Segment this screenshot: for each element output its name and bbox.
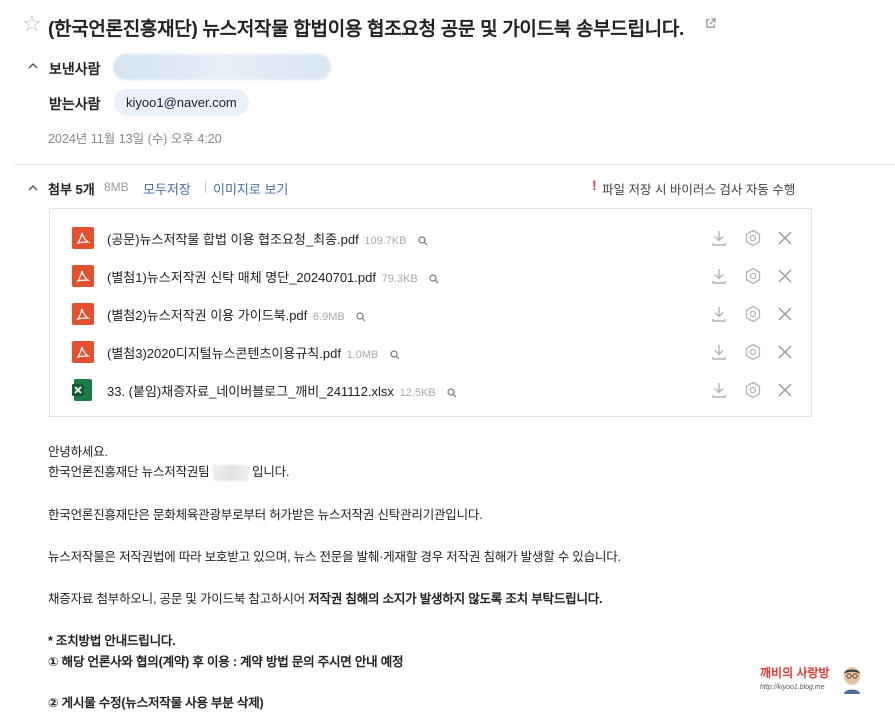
excel-file-icon: [72, 379, 92, 401]
sender-address-redacted[interactable]: [113, 54, 331, 80]
method-item-1: ① 해당 언론사와 협의(계약) 후 이용 : 계약 방법 문의 주시면 안내 …: [48, 655, 404, 669]
close-icon[interactable]: [776, 381, 794, 399]
star-icon[interactable]: ☆: [22, 13, 42, 35]
recipient-chip[interactable]: kiyoo1@naver.com: [114, 89, 249, 116]
attachment-name[interactable]: 33. (붙임)채증자료_네이버블로그_깨비_241112.xlsx: [107, 384, 394, 399]
download-icon[interactable]: [710, 305, 728, 323]
vaccine-scan-icon[interactable]: [744, 229, 762, 247]
attachment-size: 6.9MB: [312, 311, 345, 323]
save-all-link[interactable]: 모두저장: [143, 179, 191, 198]
attachments-count: 첨부 5개: [48, 182, 95, 197]
close-icon[interactable]: [776, 229, 794, 247]
divider: [14, 164, 895, 165]
warning-icon: !: [592, 177, 597, 193]
external-link-icon[interactable]: [705, 18, 716, 29]
vaccine-scan-icon[interactable]: [744, 267, 762, 285]
method-item-2: ② 게시물 수정(뉴스저작물 사용 부분 삭제): [48, 696, 264, 710]
attachment-list: (공문)뉴스저작물 합법 이용 협조요청_최종.pdf 109.7KB (별첨1…: [49, 208, 812, 417]
attachment-size: 1.0MB: [346, 349, 379, 361]
body-intro-text: 한국언론진흥재단 뉴스저작권팀: [48, 465, 210, 479]
staff-name-redacted: [212, 464, 249, 481]
vaccine-scan-icon[interactable]: [744, 305, 762, 323]
chevron-up-icon[interactable]: [28, 61, 38, 71]
preview-icon[interactable]: [429, 273, 439, 284]
vaccine-scan-icon[interactable]: [744, 381, 762, 399]
method-title: * 조치방법 안내드립니다.: [48, 634, 176, 648]
attachment-row[interactable]: (별첨3)2020디지털뉴스콘텐츠이용규칙.pdf 1.0MB: [50, 333, 811, 371]
preview-icon[interactable]: [418, 235, 428, 246]
separator: [205, 181, 206, 193]
attachment-row[interactable]: (공문)뉴스저작물 합법 이용 협조요청_최종.pdf 109.7KB: [50, 219, 811, 257]
attachment-size: 12.5KB: [399, 387, 436, 399]
download-icon[interactable]: [710, 267, 728, 285]
attachment-name[interactable]: (공문)뉴스저작물 합법 이용 협조요청_최종.pdf: [107, 232, 359, 247]
body-intro-suffix: 입니다.: [252, 465, 290, 479]
pdf-file-icon: [72, 227, 94, 249]
attachment-name[interactable]: (별첨2)뉴스저작권 이용 가이드북.pdf: [107, 308, 307, 323]
pdf-file-icon: [72, 303, 94, 325]
view-as-image-link[interactable]: 이미지로 보기: [213, 179, 288, 198]
body-intro: 한국언론진흥재단 뉴스저작권팀 입니다.: [48, 461, 289, 481]
preview-icon[interactable]: [356, 311, 366, 322]
attachment-row[interactable]: (별첨2)뉴스저작권 이용 가이드북.pdf 6.9MB: [50, 295, 811, 333]
virus-scan-notice: 파일 저장 시 바이러스 검사 자동 수행: [602, 183, 796, 197]
body-paragraph: 한국언론진흥재단은 문화체육관광부로부터 허가받은 뉴스저작권 신탁관리기관입니…: [48, 508, 483, 522]
pdf-file-icon: [72, 265, 94, 287]
close-icon[interactable]: [776, 267, 794, 285]
attachments-total-size: 8MB: [104, 180, 129, 194]
recipient-label: 받는사람: [49, 96, 101, 112]
body-greeting: 안녕하세요.: [48, 445, 108, 459]
download-icon[interactable]: [710, 343, 728, 361]
attachment-row[interactable]: 33. (붙임)채증자료_네이버블로그_깨비_241112.xlsx 12.5K…: [50, 371, 811, 409]
vaccine-scan-icon[interactable]: [744, 343, 762, 361]
body-request-emphasis: 저작권 침해의 소지가 발생하지 않도록 조치 부탁드립니다.: [308, 592, 603, 606]
avatar: [844, 667, 860, 694]
email-subject: (한국언론진흥재단) 뉴스저작물 합법이용 협조요청 공문 및 가이드북 송부드…: [48, 19, 685, 40]
close-icon[interactable]: [776, 305, 794, 323]
body-paragraph: 뉴스저작물은 저작권법에 따라 보호받고 있으며, 뉴스 전문을 발췌·게재할 …: [48, 550, 621, 564]
body-request-text: 채증자료 첨부하오니, 공문 및 가이드북 참고하시어: [48, 592, 309, 606]
watermark-title: 깨비의 사랑방: [760, 666, 830, 680]
download-icon[interactable]: [710, 381, 728, 399]
attachment-row[interactable]: (별첨1)뉴스저작권 신탁 매체 명단_20240701.pdf 79.3KB: [50, 257, 811, 295]
attachment-size: 79.3KB: [381, 273, 418, 285]
attachment-name[interactable]: (별첨3)2020디지털뉴스콘텐츠이용규칙.pdf: [107, 346, 341, 361]
preview-icon[interactable]: [390, 349, 400, 360]
sender-label: 보낸사람: [49, 61, 101, 77]
preview-icon[interactable]: [447, 387, 457, 398]
email-date: 2024년 11월 13일 (수) 오후 4:20: [48, 132, 222, 146]
attachments-collapse-icon[interactable]: [28, 183, 38, 193]
pdf-file-icon: [72, 341, 94, 363]
attachment-size: 109.7KB: [364, 235, 407, 247]
body-request: 채증자료 첨부하오니, 공문 및 가이드북 참고하시어 저작권 침해의 소지가 …: [48, 588, 603, 607]
download-icon[interactable]: [710, 229, 728, 247]
blog-watermark: 깨비의 사랑방 http://kiyoo1.blog.me: [756, 662, 866, 700]
attachment-name[interactable]: (별첨1)뉴스저작권 신탁 매체 명단_20240701.pdf: [107, 270, 376, 285]
watermark-url: http://kiyoo1.blog.me: [760, 684, 825, 691]
close-icon[interactable]: [776, 343, 794, 361]
